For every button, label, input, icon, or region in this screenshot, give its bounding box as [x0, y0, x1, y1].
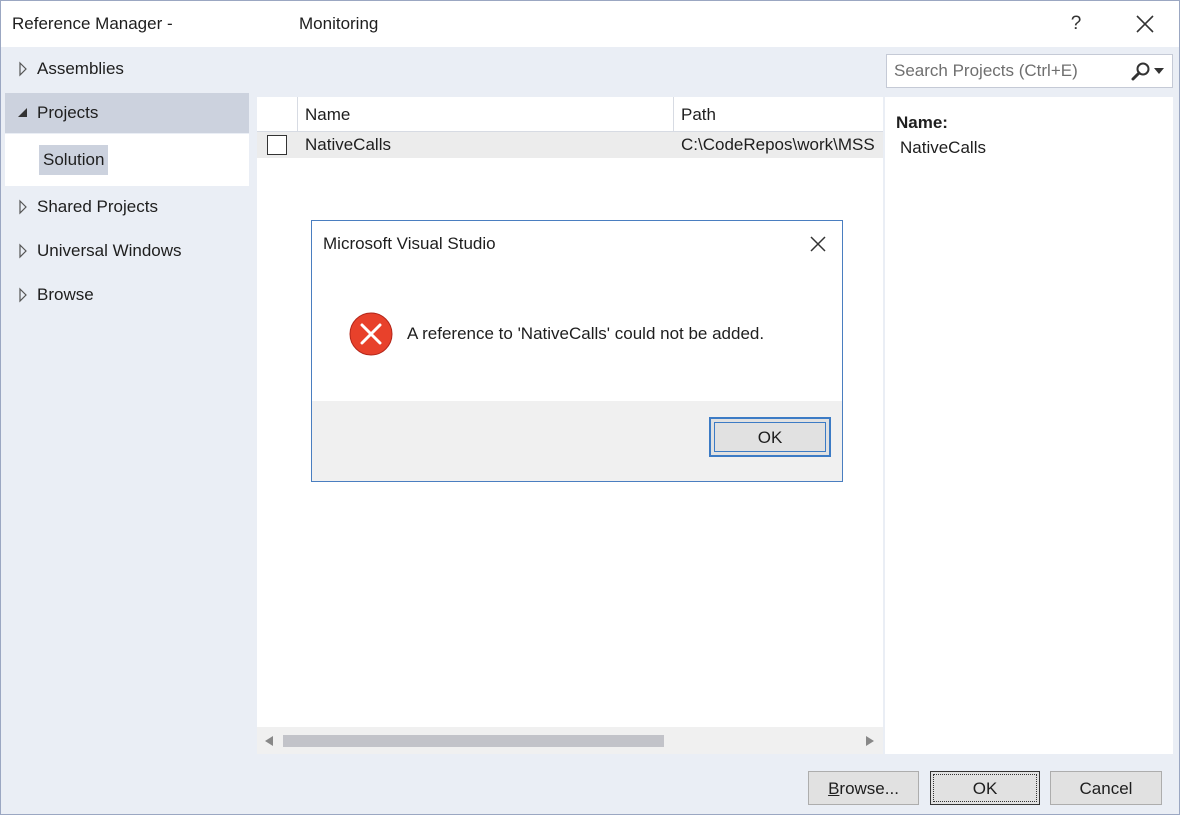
nav-subitem-solution[interactable]: Solution: [5, 134, 249, 186]
close-icon: [1136, 15, 1154, 33]
search-input[interactable]: [887, 55, 1127, 87]
scrollbar-thumb[interactable]: [283, 735, 664, 747]
nav-item-projects[interactable]: Projects: [5, 93, 249, 133]
browse-label: rowse...: [839, 779, 899, 798]
nav-item-shared-projects[interactable]: Shared Projects: [5, 187, 249, 227]
window-project-name: Monitoring: [299, 14, 379, 33]
nav-item-label: Shared Projects: [37, 197, 158, 216]
category-nav: Assemblies Projects Solution Shared Proj…: [1, 47, 253, 761]
details-name-value: NativeCalls: [900, 138, 986, 157]
nav-item-label: Assemblies: [37, 59, 124, 78]
reference-manager-window: Reference Manager - Monitoring ? Assembl…: [0, 0, 1180, 815]
nav-item-universal-windows[interactable]: Universal Windows: [5, 231, 249, 271]
project-name-cell: NativeCalls: [305, 135, 391, 154]
scroll-right-icon[interactable]: [866, 736, 874, 746]
collapsed-arrow-icon[interactable]: [17, 275, 29, 315]
horizontal-scrollbar[interactable]: [257, 727, 883, 754]
help-button[interactable]: ?: [1061, 9, 1091, 39]
nav-item-assemblies[interactable]: Assemblies: [5, 49, 249, 89]
dialog-footer: OK: [312, 401, 842, 481]
nav-item-label: Projects: [37, 103, 99, 122]
collapsed-arrow-icon[interactable]: [17, 187, 29, 227]
browse-accesskey: B: [828, 779, 840, 798]
project-path-cell: C:\CodeRepos\work\MSS: [681, 135, 875, 154]
nav-item-label: Browse: [37, 285, 94, 304]
details-name-label: Name:: [896, 113, 948, 132]
column-header-path[interactable]: Path: [674, 97, 883, 132]
close-window-button[interactable]: [1129, 9, 1161, 39]
dialog-title: Microsoft Visual Studio: [323, 234, 496, 253]
title-bar: Reference Manager - Monitoring ?: [1, 1, 1179, 47]
collapsed-arrow-icon[interactable]: [17, 231, 29, 271]
details-pane: Name: NativeCalls: [885, 97, 1173, 754]
cancel-button[interactable]: Cancel: [1050, 771, 1162, 805]
nav-item-browse[interactable]: Browse: [5, 275, 249, 315]
project-checkbox[interactable]: [267, 135, 287, 155]
dropdown-arrow-icon[interactable]: [1154, 68, 1164, 74]
dialog-ok-button[interactable]: OK: [709, 417, 831, 457]
expanded-arrow-icon[interactable]: [17, 93, 29, 133]
close-icon[interactable]: [807, 233, 829, 255]
window-title: Reference Manager -: [12, 14, 173, 33]
dialog-message: A reference to 'NativeCalls' could not b…: [407, 324, 765, 343]
error-dialog: Microsoft Visual Studio A reference to '…: [311, 220, 843, 482]
collapsed-arrow-icon[interactable]: [17, 49, 29, 89]
column-header-check[interactable]: [257, 97, 298, 132]
nav-subitem-label: Solution: [39, 145, 109, 175]
scroll-left-icon[interactable]: [265, 736, 273, 746]
browse-button[interactable]: Browse...: [808, 771, 919, 805]
ok-button[interactable]: OK: [930, 771, 1040, 805]
column-header-name[interactable]: Name: [298, 97, 674, 132]
search-icon[interactable]: [1130, 61, 1152, 83]
search-box[interactable]: [886, 54, 1173, 88]
list-header: Name Path: [257, 97, 883, 132]
table-row[interactable]: NativeCalls C:\CodeRepos\work\MSS: [257, 132, 883, 158]
nav-item-label: Universal Windows: [37, 241, 182, 260]
error-icon: [349, 312, 393, 356]
